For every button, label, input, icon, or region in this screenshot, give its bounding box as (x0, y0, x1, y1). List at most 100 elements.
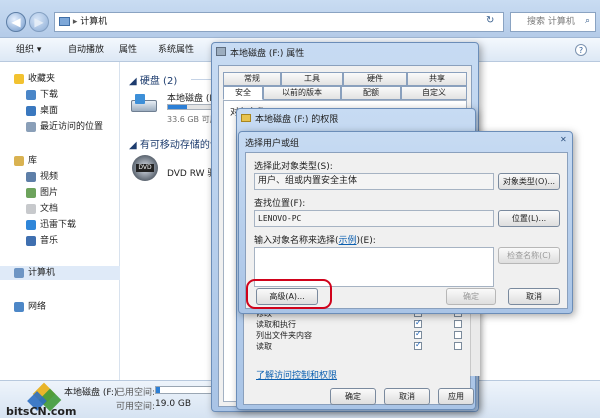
permissions-cancel-button[interactable]: 取消 (384, 388, 430, 405)
nav-network[interactable]: 网络 (0, 300, 120, 314)
object-types-button[interactable]: 对象类型(O)... (498, 173, 560, 190)
close-icon[interactable]: ✕ (560, 135, 567, 144)
allow-checkbox[interactable] (414, 318, 422, 328)
used-space-label: 已用空间: (116, 388, 156, 398)
tab-previous-versions[interactable]: 以前的版本 (263, 86, 341, 100)
search-input[interactable]: 搜索 计算机 (510, 12, 596, 32)
toolbar-system-properties[interactable]: 系统属性 (158, 43, 194, 57)
drive-name[interactable]: 本地磁盘 (F (167, 91, 215, 104)
access-control-help-link[interactable]: 了解访问控制和权限 (256, 368, 337, 381)
location-label: 查找位置(F): (254, 199, 306, 209)
nav-computer[interactable]: 计算机 (0, 266, 120, 280)
used-space-fill (156, 387, 161, 393)
nav-item-videos[interactable]: 视频 (0, 170, 120, 184)
search-icon: ⌕ (585, 16, 591, 26)
properties-title: 本地磁盘 (F:) 属性 (230, 49, 305, 59)
select-users-body: 选择此对象类型(S): 用户、组或内置安全主体 对象类型(O)... 查找位置(… (245, 152, 568, 309)
drive-usage-bar (167, 104, 212, 110)
dvd-drive-icon: DVD (131, 154, 161, 184)
select-cancel-button[interactable]: 取消 (508, 288, 560, 305)
drive-usage-fill (168, 105, 188, 109)
tab-hardware[interactable]: 硬件 (343, 72, 407, 86)
permissions-title: 本地磁盘 (F:) 的权限 (255, 115, 339, 125)
permission-name: 读取 (256, 342, 272, 351)
back-button[interactable]: ◀ (6, 12, 26, 32)
star-icon (14, 74, 24, 84)
nav-item-downloads[interactable]: 下载 (0, 88, 120, 102)
free-space-value: 19.0 GB (155, 399, 192, 409)
nav-item-documents[interactable]: 文档 (0, 202, 120, 216)
location-field: LENOVO-PC (254, 210, 494, 227)
tab-customize[interactable]: 自定义 (401, 86, 467, 100)
computer-icon (14, 268, 24, 278)
address-text: 计算机 (80, 17, 108, 27)
permission-row: 列出文件夹内容 (248, 329, 468, 341)
document-icon (26, 204, 36, 214)
toolbar-properties[interactable]: 属性 (119, 43, 137, 57)
check-names-button[interactable]: 检查名称(C) (498, 247, 560, 264)
tab-quota[interactable]: 配额 (341, 86, 401, 100)
tab-tools[interactable]: 工具 (281, 72, 343, 86)
tab-security[interactable]: 安全 (223, 86, 263, 100)
deny-checkbox[interactable] (454, 320, 462, 328)
object-names-label: 输入对象名称来选择(示例)(E): (254, 236, 376, 246)
nav-item-music[interactable]: 音乐 (0, 234, 120, 248)
address-bar[interactable]: ▸ 计算机 (54, 12, 504, 32)
nav-item-pictures[interactable]: 图片 (0, 186, 120, 200)
object-type-label: 选择此对象类型(S): (254, 162, 333, 172)
permission-name: 列出文件夹内容 (256, 331, 312, 340)
permission-scrollbar[interactable] (470, 308, 480, 376)
thunder-icon (26, 220, 36, 230)
deny-checkbox[interactable] (454, 331, 462, 339)
tab-sharing[interactable]: 共享 (407, 72, 467, 86)
permissions-apply-button[interactable]: 应用 (438, 388, 474, 405)
forward-button[interactable]: ▶ (29, 12, 49, 32)
nav-favorites[interactable]: 收藏夹 (0, 72, 120, 86)
explorer-titlebar: ◀ ▶ ▸ 计算机 ↻ 搜索 计算机 ⌕ (0, 0, 600, 38)
search-placeholder: 搜索 计算机 (527, 17, 575, 27)
picture-icon (26, 188, 36, 198)
computer-icon (59, 17, 70, 26)
deny-checkbox[interactable] (454, 342, 462, 350)
recent-places-icon (26, 122, 36, 132)
folder-icon (241, 114, 251, 122)
permission-row: 读取和执行 (248, 318, 468, 330)
permissions-ok-button[interactable]: 确定 (330, 388, 376, 405)
object-type-field: 用户、组或内置安全主体 (254, 173, 494, 190)
video-icon (26, 172, 36, 182)
nav-libraries[interactable]: 库 (0, 154, 120, 168)
nav-item-thunder-downloads[interactable]: 迅雷下载 (0, 218, 120, 232)
refresh-icon[interactable]: ↻ (486, 15, 494, 26)
allow-checkbox[interactable] (414, 329, 422, 339)
navigation-pane: 收藏夹 下载 桌面 最近访问的位置 库 视频 图片 文档 迅雷下载 音乐 计算机… (0, 62, 120, 380)
drive-free-space: 33.6 GB 可用 (167, 115, 218, 124)
network-icon (14, 302, 24, 312)
nav-item-desktop[interactable]: 桌面 (0, 104, 120, 118)
examples-link[interactable]: 示例 (339, 236, 357, 246)
library-icon (14, 156, 24, 166)
locations-button[interactable]: 位置(L)... (498, 210, 560, 227)
select-users-dialog: 选择用户或组 ✕ 选择此对象类型(S): 用户、组或内置安全主体 对象类型(O)… (238, 131, 573, 314)
watermark: bitsCN.com (6, 405, 77, 418)
select-ok-button[interactable]: 确定 (446, 288, 496, 305)
music-icon (26, 236, 36, 246)
advanced-button[interactable]: 高级(A)... (256, 288, 318, 305)
help-icon[interactable]: ? (575, 44, 587, 56)
drive-icon (129, 92, 159, 116)
toolbar-organize[interactable]: 组织 ▾ (16, 43, 41, 57)
permission-name: 读取和执行 (256, 320, 296, 329)
permission-list: 修改读取和执行列出文件夹内容读取 (248, 307, 480, 376)
dvd-drive-name[interactable]: DVD RW 驱 (167, 166, 216, 179)
toolbar-autoplay[interactable]: 自动播放 (68, 43, 104, 57)
free-space-label: 可用空间: (116, 402, 156, 412)
selected-drive-name: 本地磁盘 (F:) (64, 388, 118, 398)
collapse-icon: ◢ (129, 76, 140, 87)
desktop-icon (26, 106, 36, 116)
select-users-title: 选择用户或组 (245, 139, 300, 149)
nav-item-recent[interactable]: 最近访问的位置 (0, 120, 120, 134)
drive-icon (216, 47, 226, 56)
hdd-group-header[interactable]: ◢ 硬盘 (2) (129, 72, 177, 87)
allow-checkbox[interactable] (414, 340, 422, 350)
removable-group-header[interactable]: ◢ 有可移动存储的设 (129, 136, 220, 151)
tab-general[interactable]: 常规 (223, 72, 281, 86)
